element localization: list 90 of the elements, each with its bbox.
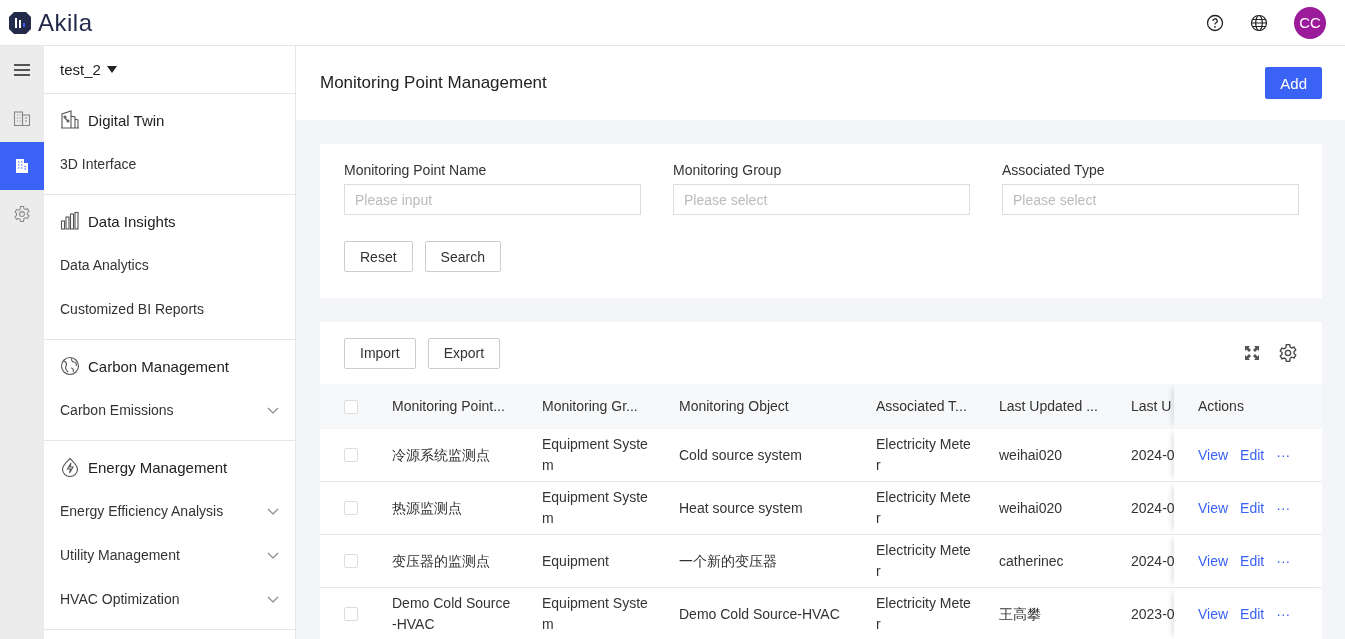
nav-item[interactable]: Utility Management — [44, 533, 295, 577]
filter-label: Associated Type — [1002, 162, 1106, 178]
filter-label: Monitoring Group — [673, 162, 783, 178]
action-link[interactable]: Edit — [1240, 550, 1265, 572]
table-cell-text: weihai020 — [999, 445, 1063, 465]
table-cell-text: 一个新的变压器 — [679, 551, 777, 571]
table-cell-text: 2024-0 — [1131, 445, 1174, 465]
table-cell-text: 2024-0 — [1131, 551, 1174, 571]
section-title: Digital Twin — [88, 111, 165, 129]
table-cell-text: Equipment System — [542, 435, 649, 475]
table-cell-text: 王高攀 — [999, 604, 1041, 624]
table-cell-text: Electricity Meter — [876, 488, 971, 528]
chevron-down-icon — [267, 551, 279, 559]
table-cell-text: Cold source system — [679, 445, 802, 465]
action-link[interactable]: View — [1198, 603, 1229, 625]
language-globe-icon[interactable] — [1250, 13, 1268, 32]
table-cell-text: 冷源系统监测点 — [392, 445, 490, 465]
section-title: Data Insights — [88, 212, 176, 230]
energy-bolt-icon — [60, 457, 80, 477]
more-link[interactable]: ··· — [1276, 603, 1291, 625]
row-checkbox[interactable] — [344, 501, 358, 515]
nav-item[interactable]: 3D Interface — [44, 142, 295, 186]
column-header: Monitoring Point... — [392, 397, 505, 416]
table-cell-text: 2023-0 — [1131, 604, 1174, 624]
table-action-button[interactable]: Export — [427, 337, 501, 369]
column-header: Last U — [1131, 397, 1172, 416]
row-checkbox[interactable] — [344, 554, 358, 568]
filter-field[interactable]: Please input — [344, 184, 641, 215]
action-link[interactable]: Edit — [1240, 444, 1265, 466]
more-link[interactable]: ··· — [1276, 497, 1291, 519]
table-cell-text: catherinec — [999, 551, 1064, 571]
action-link[interactable]: View — [1198, 444, 1229, 466]
table-cell-text: Electricity Meter — [876, 594, 971, 634]
globe-icon — [60, 356, 80, 376]
action-link[interactable]: Edit — [1240, 497, 1265, 519]
table-cell-text: Equipment System — [542, 594, 649, 634]
nav-item[interactable]: Energy Efficiency Analysis — [44, 489, 295, 533]
help-icon[interactable] — [1206, 13, 1224, 32]
table-cell-text: Electricity Meter — [876, 435, 971, 475]
more-link[interactable]: ··· — [1276, 444, 1291, 466]
table-cell-text: Equipment System — [542, 488, 649, 528]
row-checkbox[interactable] — [344, 607, 358, 621]
table-cell-text: Heat source system — [679, 498, 803, 518]
table-cell-text: weihai020 — [999, 498, 1063, 518]
more-link[interactable]: ··· — [1276, 550, 1291, 572]
table-action-button[interactable]: Import — [344, 337, 416, 369]
column-header: Associated T... — [876, 397, 967, 416]
filter-label: Monitoring Point Name — [344, 162, 488, 178]
add-button[interactable]: Add — [1265, 67, 1322, 99]
filter-button[interactable]: Reset — [344, 241, 413, 272]
nav-item[interactable]: Customized BI Reports — [44, 287, 295, 331]
filter-button[interactable]: Search — [424, 241, 501, 272]
section-title: Energy Management — [88, 458, 228, 476]
buildings-icon — [13, 109, 31, 127]
table-cell-text: 变压器的监测点 — [392, 551, 490, 571]
building-icon — [13, 157, 31, 175]
nav-item[interactable]: HVAC Optimization — [44, 577, 295, 621]
select-all-checkbox[interactable] — [344, 399, 358, 414]
table-cell-text: Electricity Meter — [876, 541, 971, 581]
chevron-down-icon — [267, 406, 279, 414]
filter-field[interactable]: Please select — [1002, 184, 1299, 215]
action-link[interactable]: View — [1198, 497, 1229, 519]
table-cell-text: 热源监测点 — [392, 498, 462, 518]
section-title: Carbon Management — [88, 357, 229, 375]
settings-icon[interactable] — [1278, 343, 1298, 363]
column-header: Last Updated ... — [999, 397, 1098, 416]
nav-item[interactable]: Data Analytics — [44, 243, 295, 287]
action-link[interactable]: View — [1198, 550, 1229, 572]
table-cell-text: Demo Cold Source-HVAC — [679, 604, 840, 624]
column-header: Monitoring Gr... — [542, 397, 638, 416]
user-avatar[interactable]: CC — [1294, 6, 1326, 39]
logo-text: Akila — [38, 8, 93, 37]
action-link[interactable]: Edit — [1240, 603, 1265, 625]
filter-field[interactable]: Please select — [673, 184, 970, 215]
nav-item[interactable]: Carbon Emissions — [44, 388, 295, 432]
column-header: Actions — [1198, 397, 1244, 416]
table-cell-text: Equipment — [542, 551, 609, 571]
caret-icon — [106, 66, 117, 73]
row-checkbox[interactable] — [344, 448, 358, 462]
building-outline-icon — [60, 110, 80, 130]
fullscreen-icon[interactable] — [1244, 345, 1260, 361]
chevron-down-icon — [267, 595, 279, 603]
chevron-down-icon — [267, 507, 279, 515]
bar-chart-icon — [60, 211, 80, 231]
settings-icon — [13, 205, 31, 223]
column-header: Monitoring Object — [679, 397, 789, 416]
table-cell-text: 2024-0 — [1131, 498, 1174, 518]
logo-icon — [8, 10, 32, 35]
page-title: Monitoring Point Management — [320, 73, 547, 93]
table-cell-text: Demo Cold Source -HVAC — [392, 594, 512, 634]
